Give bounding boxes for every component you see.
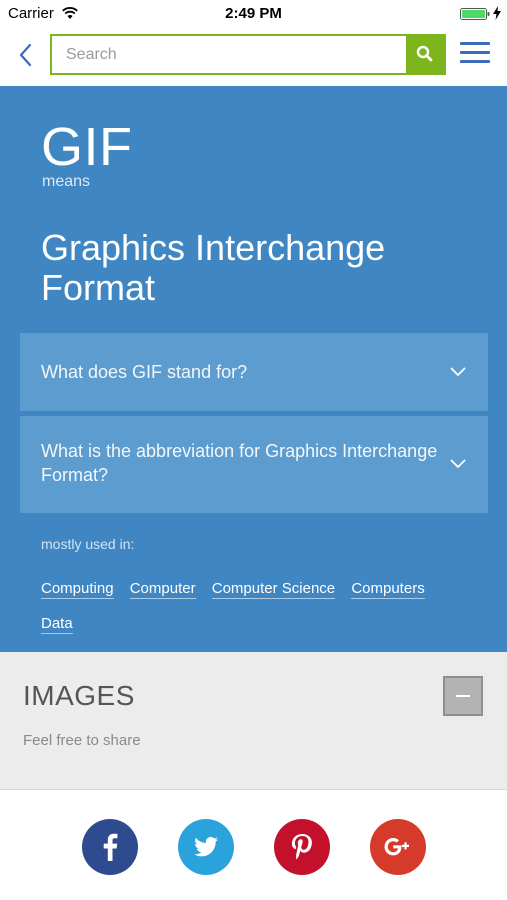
tag-link-data[interactable]: Data: [41, 614, 73, 634]
tag-link-computing[interactable]: Computing: [41, 579, 114, 599]
share-facebook-button[interactable]: [82, 819, 138, 875]
tag-link-computers[interactable]: Computers: [351, 579, 425, 599]
expansion-heading: Graphics Interchange Format: [41, 227, 386, 308]
faq-item-abbreviation[interactable]: What is the abbreviation for Graphics In…: [20, 416, 488, 513]
pinterest-icon: [291, 834, 312, 860]
top-bar: [0, 28, 507, 86]
definition-hero: GIF means Graphics Interchange Format Wh…: [0, 86, 507, 652]
hamburger-icon: [460, 42, 490, 45]
menu-button[interactable]: [460, 42, 490, 68]
used-in-label: mostly used in:: [41, 536, 135, 552]
search-icon: [416, 45, 433, 62]
faq-question: What does GIF stand for?: [41, 362, 248, 382]
faq-item-stand-for[interactable]: What does GIF stand for?: [20, 333, 488, 411]
images-heading: IMAGES: [23, 680, 135, 711]
category-tags: Computing Computer Computer Science Comp…: [41, 574, 471, 644]
tag-link-computer[interactable]: Computer: [129, 579, 196, 599]
chevron-down-icon: [450, 367, 466, 376]
google-plus-icon: [384, 838, 409, 856]
acronym-title: GIF: [41, 117, 133, 177]
facebook-icon: [103, 833, 118, 861]
share-pinterest-button[interactable]: [274, 819, 330, 875]
tag-link-computer-science[interactable]: Computer Science: [211, 579, 336, 599]
charging-icon: [493, 6, 501, 20]
back-button[interactable]: [14, 40, 40, 70]
share-bar: [0, 791, 507, 900]
collapse-images-button[interactable]: [443, 676, 483, 716]
search-button[interactable]: [406, 36, 444, 73]
faq-question: What is the abbreviation for Graphics In…: [41, 441, 438, 485]
share-google-plus-button[interactable]: [370, 819, 426, 875]
minus-icon: [456, 695, 470, 697]
twitter-icon: [194, 837, 218, 857]
chevron-down-icon: [450, 459, 466, 468]
status-bar: Carrier 2:49 PM: [0, 0, 507, 28]
share-twitter-button[interactable]: [178, 819, 234, 875]
clock-label: 2:49 PM: [225, 5, 282, 22]
images-subtitle: Feel free to share: [23, 732, 141, 749]
chevron-left-icon: [19, 43, 32, 67]
search-input[interactable]: [52, 36, 408, 73]
battery-icon: [460, 8, 490, 20]
search-box: [50, 34, 446, 75]
means-label: means: [42, 173, 91, 190]
images-section: IMAGES Feel free to share: [0, 652, 507, 790]
